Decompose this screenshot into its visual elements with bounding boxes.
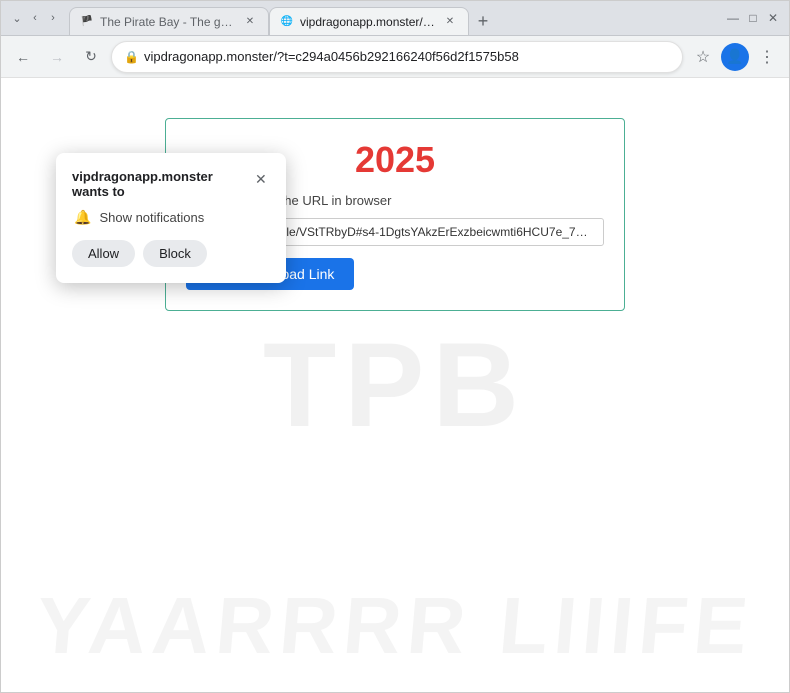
popup-close-button[interactable]: ✕ <box>252 169 270 189</box>
tab-list-btn[interactable]: ⌄ <box>9 10 25 26</box>
minimize-button[interactable]: — <box>725 10 741 26</box>
title-bar-left: ⌄ ‹ › <box>9 10 61 26</box>
popup-title: vipdragonapp.monster wants to <box>72 169 252 199</box>
tab-title-piratebay: The Pirate Bay - The galaxy's m... <box>100 15 236 29</box>
bell-icon: 🔔 <box>74 209 91 226</box>
prev-tab-btn[interactable]: ‹ <box>27 10 43 26</box>
bookmark-button[interactable]: ☆ <box>689 43 717 71</box>
title-bar: ⌄ ‹ › 🏴 The Pirate Bay - The galaxy's m.… <box>1 1 789 36</box>
reload-button[interactable]: ↻ <box>77 43 105 71</box>
block-button[interactable]: Block <box>143 240 207 267</box>
page-content: TPB vipdragonapp.monster wants to ✕ 🔔 Sh… <box>1 78 789 692</box>
forward-button[interactable]: → <box>43 43 71 71</box>
tab-favicon-vipdragon: 🌐 <box>280 15 294 29</box>
window-controls: — □ ✕ <box>725 10 781 26</box>
menu-button[interactable]: ⋮ <box>753 43 781 71</box>
allow-button[interactable]: Allow <box>72 240 135 267</box>
avatar[interactable]: 👤 <box>721 43 749 71</box>
close-button[interactable]: ✕ <box>765 10 781 26</box>
nav-bar: ← → ↻ 🔒 ☆ 👤 ⋮ <box>1 36 789 78</box>
notification-label: Show notifications <box>99 210 204 225</box>
address-bar-wrapper[interactable]: 🔒 <box>111 41 683 73</box>
new-tab-button[interactable]: + <box>469 7 497 35</box>
avatar-icon: 👤 <box>726 48 743 65</box>
tab-close-vipdragon[interactable]: ✕ <box>442 14 458 30</box>
tab-title-vipdragon: vipdragonapp.monster/?t=c29... <box>300 15 436 29</box>
address-input[interactable] <box>144 49 670 64</box>
popup-actions: Allow Block <box>72 240 270 267</box>
tab-vipdragon[interactable]: 🌐 vipdragonapp.monster/?t=c29... ✕ <box>269 7 469 35</box>
notification-popup: vipdragonapp.monster wants to ✕ 🔔 Show n… <box>56 153 286 283</box>
next-tab-btn[interactable]: › <box>45 10 61 26</box>
tab-piratebay[interactable]: 🏴 The Pirate Bay - The galaxy's m... ✕ <box>69 7 269 35</box>
browser-window: ⌄ ‹ › 🏴 The Pirate Bay - The galaxy's m.… <box>0 0 790 693</box>
tab-close-piratebay[interactable]: ✕ <box>242 14 258 30</box>
nav-right-icons: ☆ 👤 ⋮ <box>689 43 781 71</box>
back-button[interactable]: ← <box>9 43 37 71</box>
maximize-button[interactable]: □ <box>745 10 761 26</box>
lock-icon: 🔒 <box>124 50 138 64</box>
popup-notification-row: 🔔 Show notifications <box>72 209 270 226</box>
popup-header: vipdragonapp.monster wants to ✕ <box>72 169 270 199</box>
tab-favicon-pirate: 🏴 <box>80 15 94 29</box>
tabs-area: 🏴 The Pirate Bay - The galaxy's m... ✕ 🌐… <box>65 1 721 35</box>
